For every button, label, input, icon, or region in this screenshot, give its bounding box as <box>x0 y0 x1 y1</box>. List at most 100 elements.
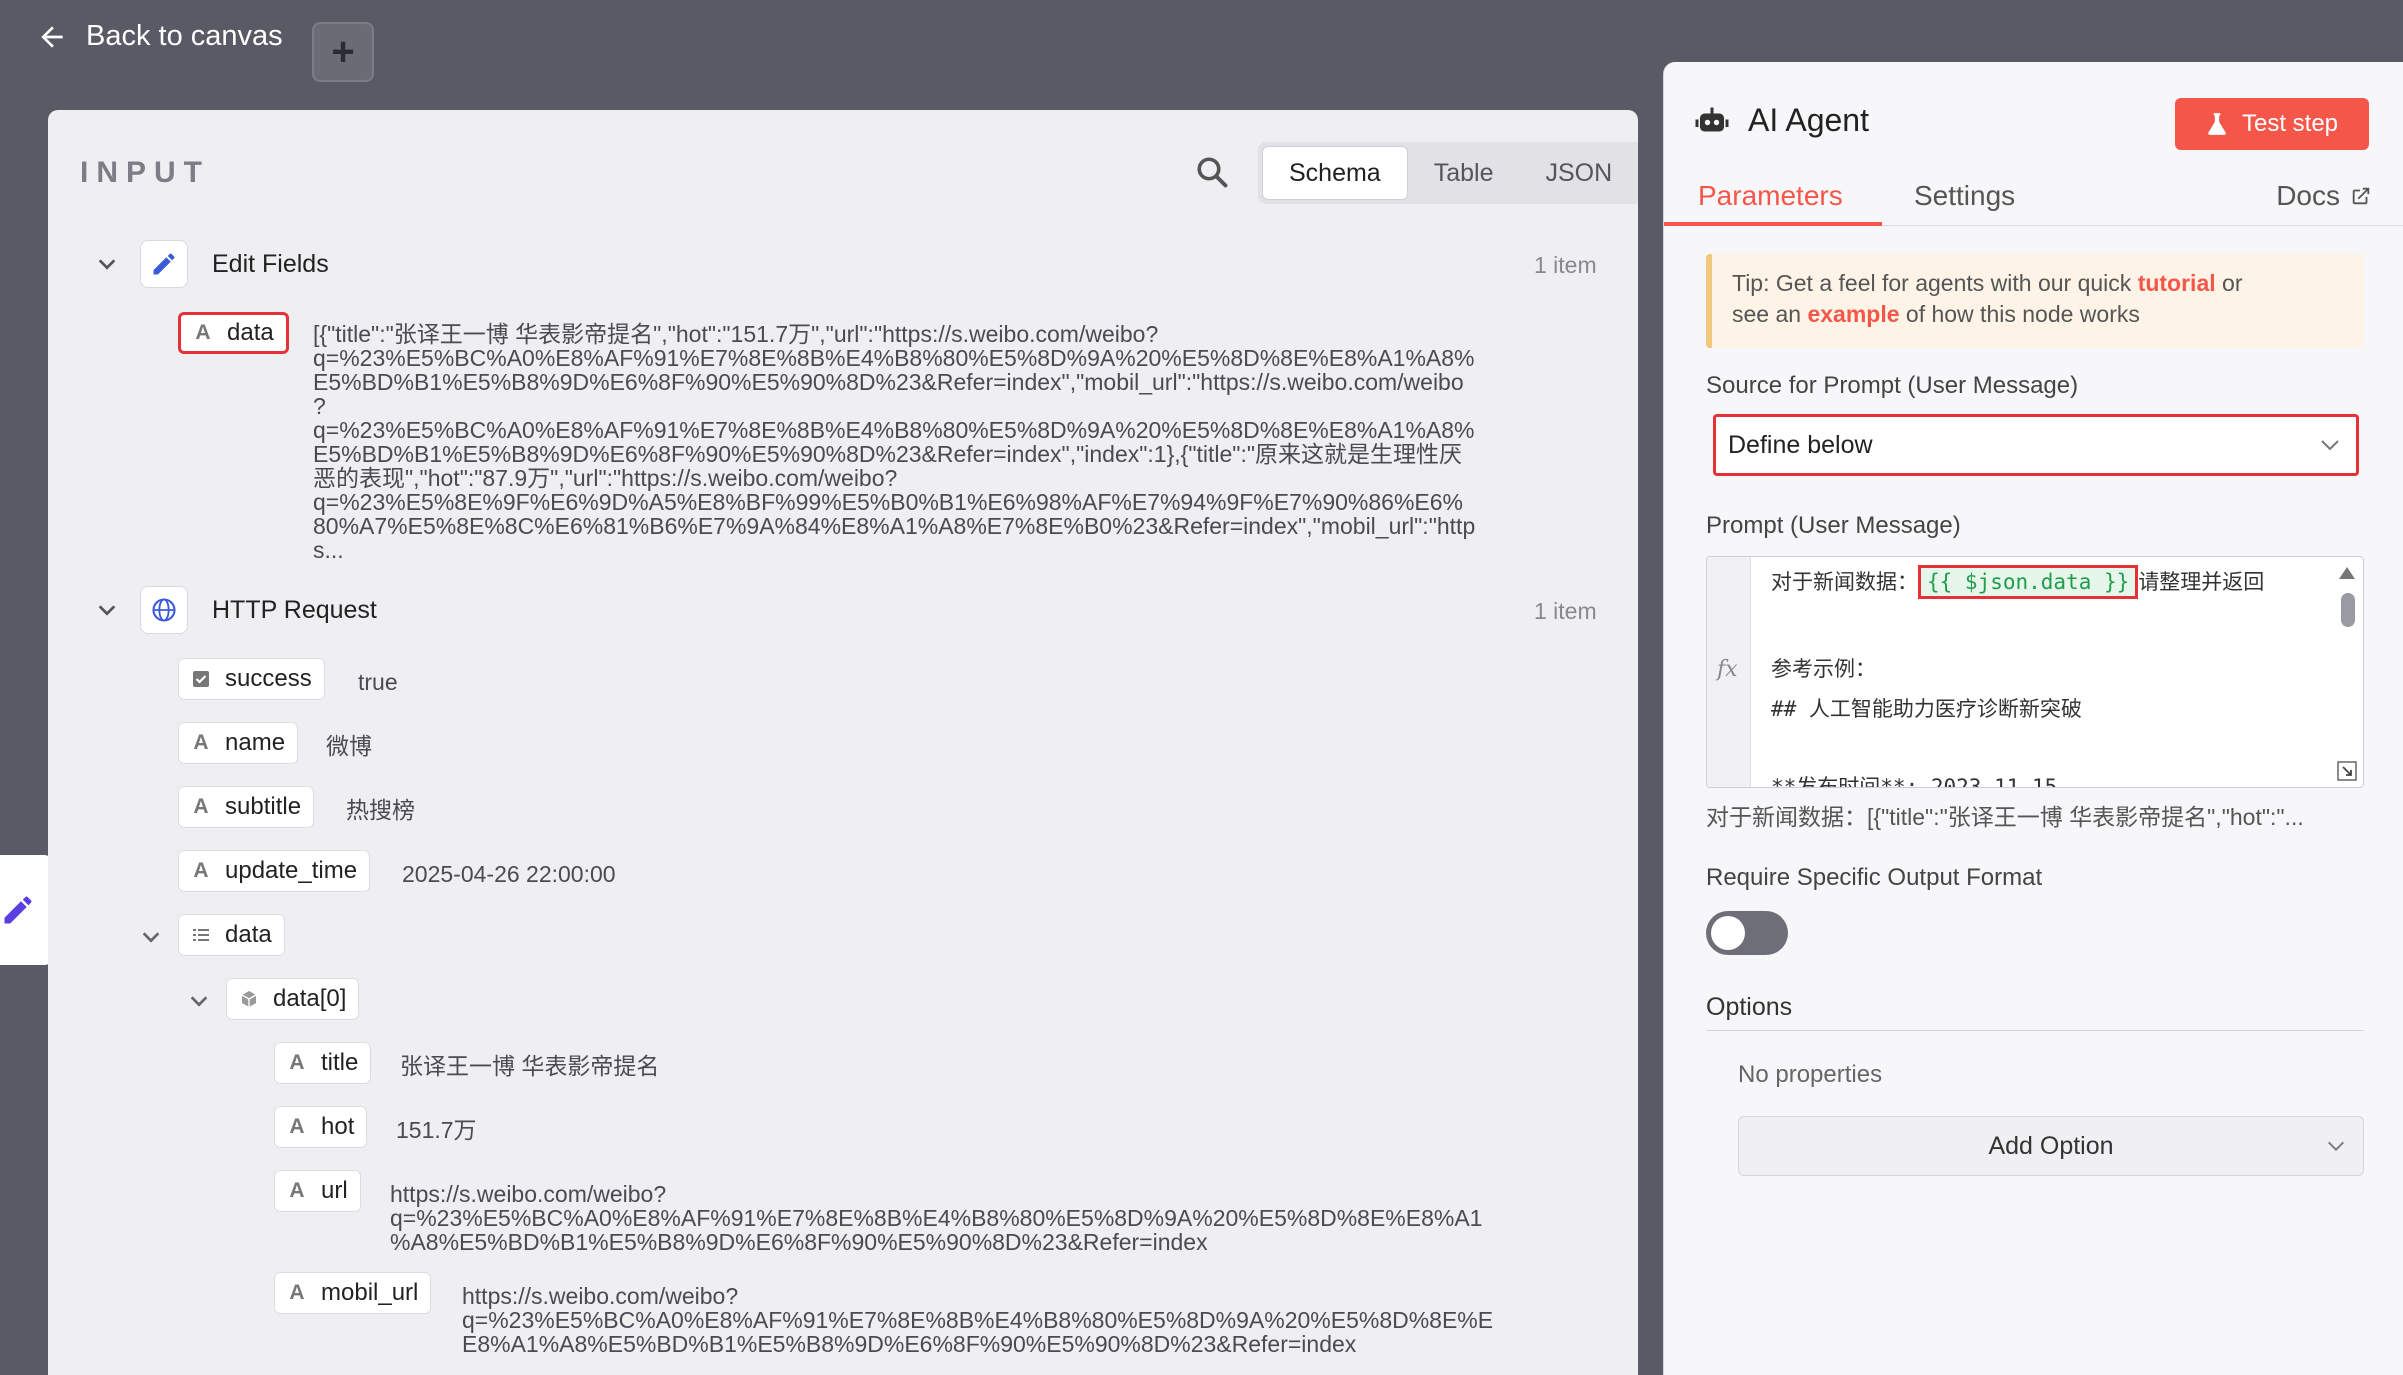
edit-fields-node-icon <box>140 240 188 288</box>
edit-node-tab[interactable] <box>0 855 54 965</box>
tab-parameters[interactable]: Parameters <box>1698 180 1843 212</box>
url-value-line: q=%23%E5%BC%A0%E8%AF%91%E7%8E%8B%E4%B8%8… <box>390 1206 1638 1230</box>
data-field-pill[interactable]: A data <box>178 312 289 354</box>
subtitle-field-value: 热搜榜 <box>346 798 415 822</box>
data-value-line: [{"title":"张译王一博 华表影帝提名","hot":"151.7万",… <box>313 322 1638 346</box>
field-key: update_time <box>225 857 357 885</box>
ai-agent-panel: AI Agent Test step Parameters Settings D… <box>1663 62 2403 1375</box>
string-type-icon: A <box>287 1281 307 1305</box>
string-type-icon: A <box>287 1179 307 1203</box>
mobil-url-value-line: q=%23%E5%BC%A0%E8%AF%91%E7%8E%8B%E4%B8%8… <box>462 1308 1638 1332</box>
back-to-canvas-label: Back to canvas <box>86 20 283 53</box>
field-key: mobil_url <box>321 1279 418 1307</box>
update-time-field-pill[interactable]: A update_time <box>178 850 370 892</box>
tip-text: see an <box>1732 301 1807 327</box>
search-icon[interactable] <box>1194 154 1230 190</box>
tutorial-link[interactable]: tutorial <box>2138 270 2216 296</box>
prompt-scrollbar-thumb[interactable] <box>2341 593 2355 627</box>
http-request-node-icon <box>140 586 188 634</box>
chevron-down-icon[interactable] <box>96 253 118 275</box>
prompt-text: 对于新闻数据： <box>1771 570 1918 594</box>
tab-schema[interactable]: Schema <box>1262 146 1408 200</box>
docs-label: Docs <box>2276 180 2340 212</box>
test-step-button[interactable]: Test step <box>2175 98 2369 150</box>
title-field-pill[interactable]: A title <box>274 1042 371 1084</box>
pencil-icon <box>150 250 178 278</box>
chevron-down-icon[interactable] <box>188 990 210 1012</box>
output-format-toggle[interactable] <box>1706 911 1788 955</box>
success-field-pill[interactable]: success <box>178 658 325 700</box>
string-type-icon: A <box>193 321 213 345</box>
string-type-icon: A <box>191 859 211 883</box>
external-link-icon <box>2350 185 2372 207</box>
url-value-line: %A8%E5%BD%B1%E5%B8%9D%E6%8F%90%E5%90%8D%… <box>390 1230 1638 1254</box>
test-step-label: Test step <box>2242 110 2338 138</box>
tip-box: Tip: Get a feel for agents with our quic… <box>1706 254 2364 348</box>
prompt-scroll-up-arrow[interactable] <box>2339 567 2355 579</box>
no-properties-text: No properties <box>1738 1061 1882 1089</box>
chevron-down-icon[interactable] <box>140 926 162 948</box>
tip-text: or <box>2216 270 2243 296</box>
field-key: data[0] <box>273 985 346 1013</box>
edit-fields-node-row[interactable]: Edit Fields <box>96 240 329 288</box>
http-request-node-name: HTTP Request <box>212 596 377 625</box>
name-field-pill[interactable]: A name <box>178 722 298 764</box>
hot-field-value: 151.7万 <box>396 1118 477 1142</box>
tab-settings[interactable]: Settings <box>1914 180 2015 212</box>
url-value-line: https://s.weibo.com/weibo? <box>390 1182 1638 1206</box>
tip-text: Tip: Get a feel for agents with our quic… <box>1732 270 2138 296</box>
success-field-value: true <box>358 670 398 694</box>
string-type-icon: A <box>287 1115 307 1139</box>
add-option-button[interactable]: Add Option <box>1738 1116 2364 1176</box>
mobil-url-field-pill[interactable]: A mobil_url <box>274 1272 431 1314</box>
source-prompt-value: Define below <box>1728 431 1873 460</box>
docs-link[interactable]: Docs <box>2276 180 2372 212</box>
string-type-icon: A <box>191 795 211 819</box>
toggle-knob <box>1711 916 1745 950</box>
source-prompt-select[interactable]: Define below <box>1713 414 2359 476</box>
options-label: Options <box>1706 993 1792 1022</box>
back-to-canvas-link[interactable]: Back to canvas <box>36 20 283 53</box>
tip-text: of how this node works <box>1900 301 2140 327</box>
field-key: title <box>321 1049 358 1077</box>
agent-header: AI Agent <box>1694 102 1869 139</box>
data-value-line: s... <box>313 538 1638 562</box>
tab-json[interactable]: JSON <box>1519 146 1638 200</box>
string-type-icon: A <box>191 731 211 755</box>
data-value-line: q=%23%E5%BC%A0%E8%AF%91%E7%8E%8B%E4%B8%8… <box>313 346 1638 370</box>
json-expression-tag[interactable]: {{ $json.data }} <box>1918 565 2138 599</box>
robot-icon <box>1694 103 1730 139</box>
add-node-button[interactable]: + <box>312 22 374 82</box>
data-value-line: ? <box>313 394 1638 418</box>
url-field-pill[interactable]: A url <box>274 1170 361 1212</box>
prompt-line-4: **发布时间**: 2023-11-15 <box>1771 771 2057 788</box>
mobil-url-value-line: https://s.weibo.com/weibo? <box>462 1284 1638 1308</box>
field-key: data <box>227 319 274 347</box>
prompt-editor[interactable]: fx 对于新闻数据：{{ $json.data }}请整理并返回 参考示例： #… <box>1706 556 2364 788</box>
source-prompt-label: Source for Prompt (User Message) <box>1706 372 2078 400</box>
data-array-pill[interactable]: data <box>178 914 285 956</box>
prompt-preview: 对于新闻数据：[{"title":"张译王一博 华表影帝提名","hot":".… <box>1706 798 2366 832</box>
hot-field-pill[interactable]: A hot <box>274 1106 367 1148</box>
subtitle-field-pill[interactable]: A subtitle <box>178 786 314 828</box>
chevron-down-icon[interactable] <box>96 599 118 621</box>
data-value-line: q=%23%E5%8E%9F%E6%9D%A5%E8%BF%99%E5%B0%B… <box>313 490 1638 514</box>
list-icon <box>191 925 211 945</box>
example-link[interactable]: example <box>1807 301 1899 327</box>
active-tab-underline <box>1664 222 1882 226</box>
cube-icon <box>239 989 259 1009</box>
chevron-down-icon <box>2325 1135 2347 1157</box>
data-value-line: E5%BD%B1%E5%B8%9D%E6%8F%90%E5%90%8D%23&R… <box>313 442 1638 466</box>
http-request-node-row[interactable]: HTTP Request <box>96 586 377 634</box>
expand-editor-icon[interactable] <box>2337 761 2357 781</box>
data-value-line: q=%23%E5%BC%A0%E8%AF%91%E7%8E%8B%E4%B8%8… <box>313 418 1638 442</box>
field-key: hot <box>321 1113 354 1141</box>
mobil-url-field-value: https://s.weibo.com/weibo? q=%23%E5%BC%A… <box>462 1284 1638 1356</box>
tab-table[interactable]: Table <box>1408 146 1520 200</box>
data0-object-pill[interactable]: data[0] <box>226 978 359 1020</box>
prompt-line-3: ## 人工智能助力医疗诊断新突破 <box>1771 693 2082 723</box>
string-type-icon: A <box>287 1051 307 1075</box>
globe-icon <box>150 596 178 624</box>
field-key: url <box>321 1177 348 1205</box>
field-key: subtitle <box>225 793 301 821</box>
